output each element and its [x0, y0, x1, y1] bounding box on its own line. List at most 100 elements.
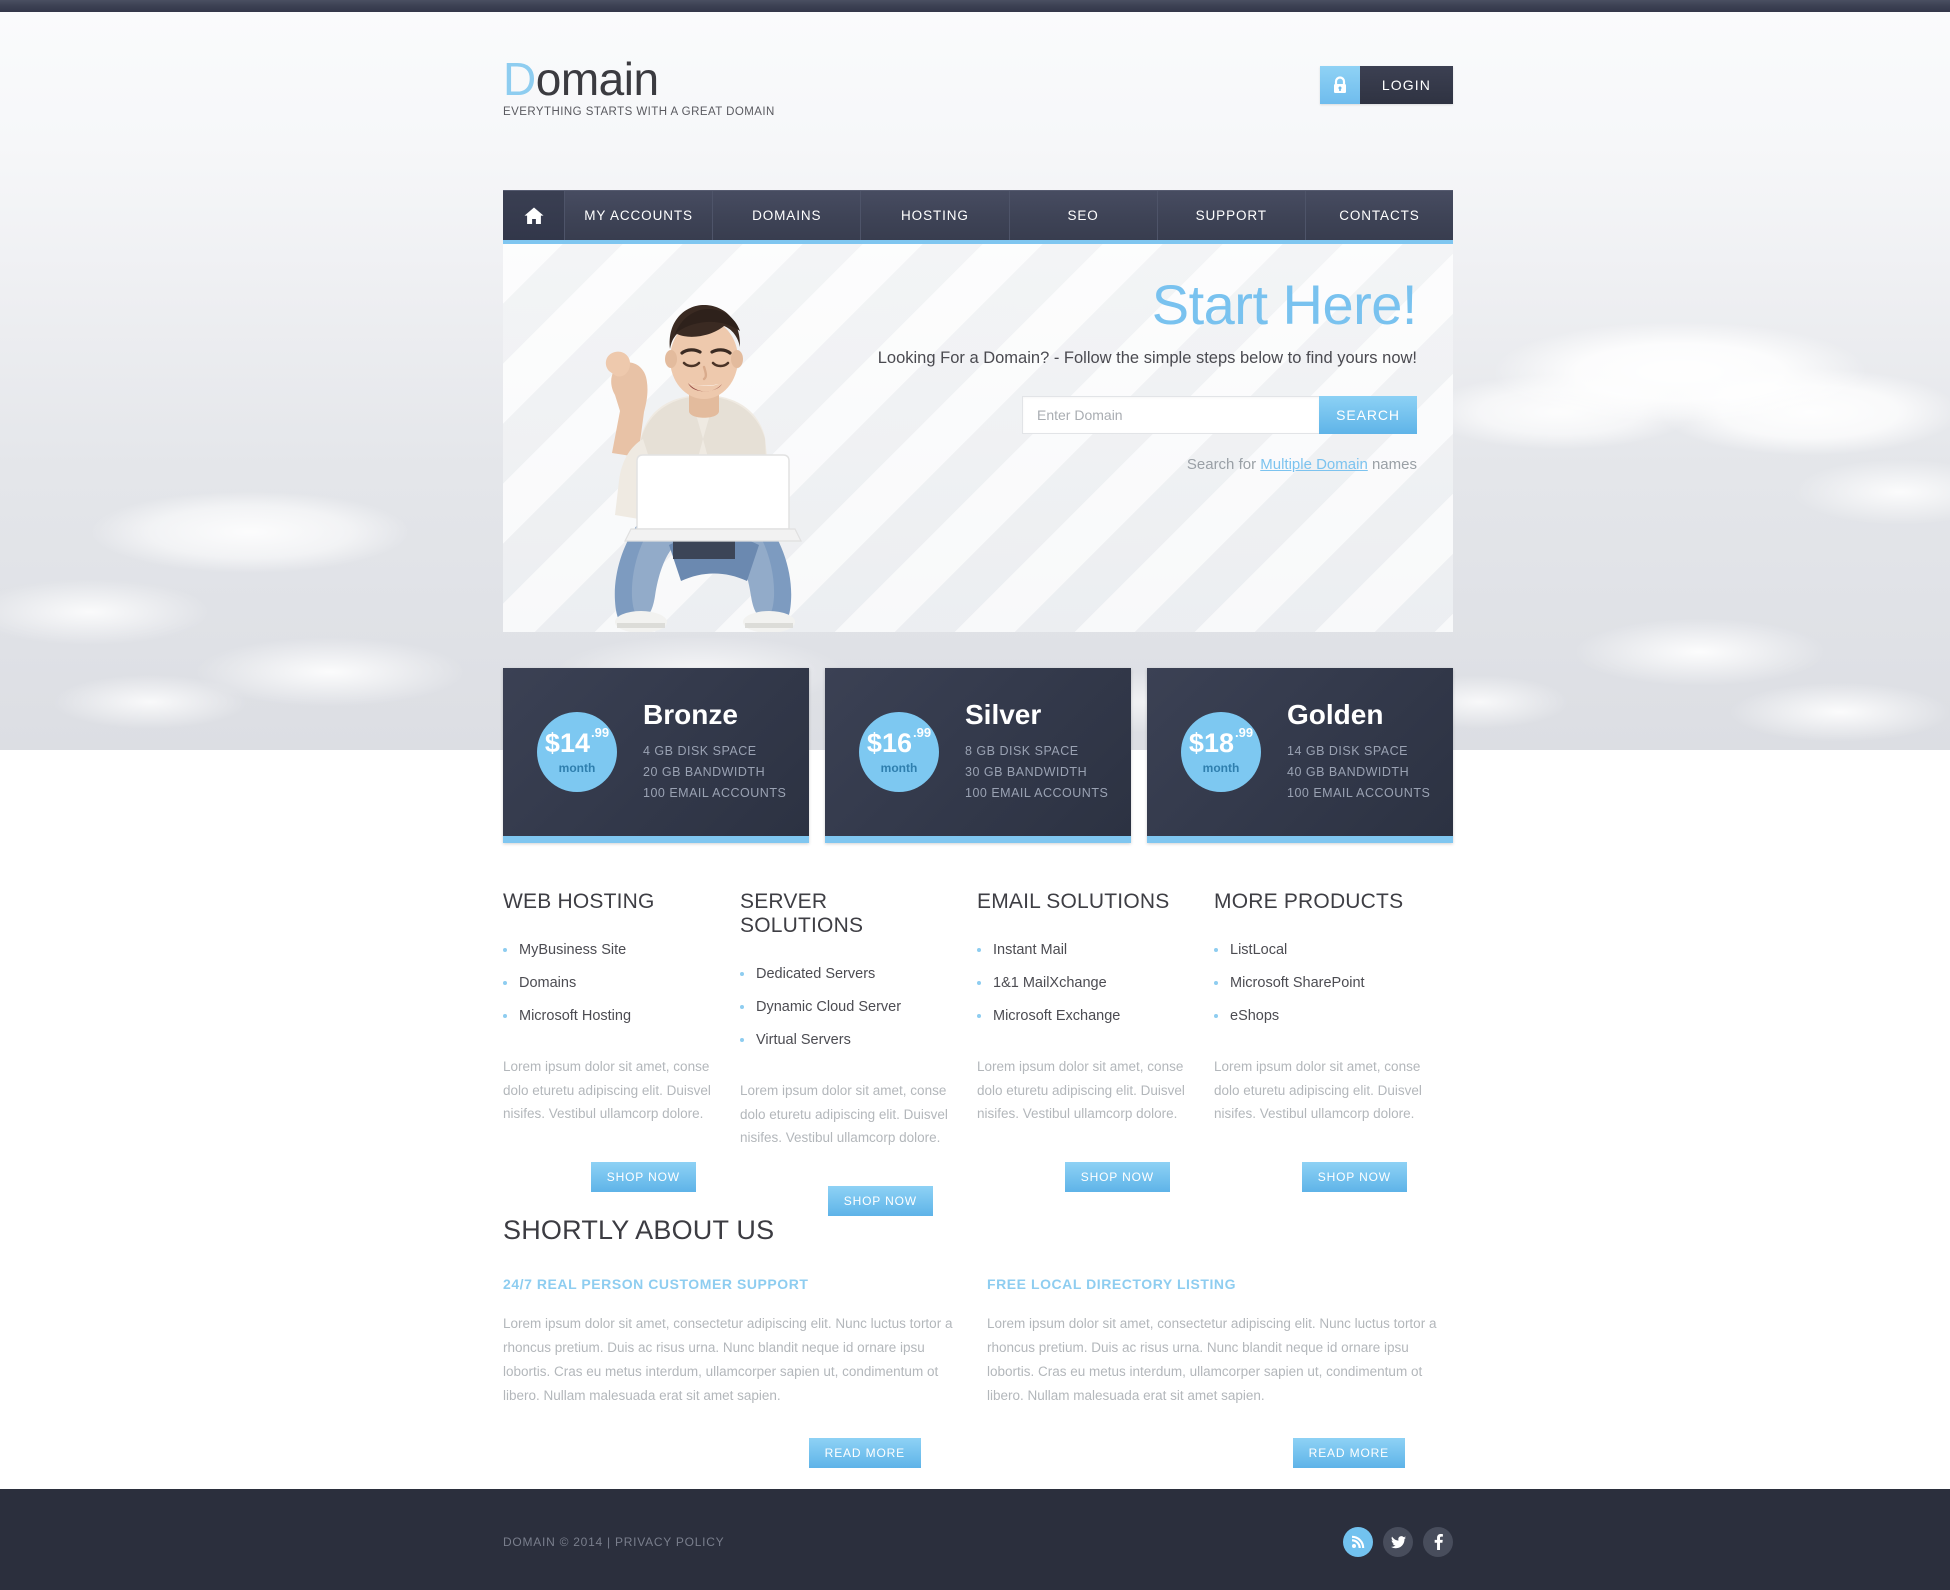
read-more-button[interactable]: READ MORE — [808, 1438, 921, 1469]
hero-subtitle: Looking For a Domain? - Follow the simpl… — [877, 348, 1417, 367]
plan-price: $16.99 — [866, 726, 931, 758]
plan-info: Silver 8 GB DISK SPACE 30 GB BANDWIDTH 1… — [965, 698, 1108, 804]
plan-price-cents: .99 — [1234, 724, 1254, 740]
multiple-domain-link[interactable]: Multiple Domain — [1260, 456, 1368, 473]
product-column-title: MORE PRODUCTS — [1214, 890, 1404, 913]
search-button[interactable]: SEARCH — [1319, 395, 1417, 434]
note-suffix: names — [1367, 455, 1417, 473]
plan-info: Bronze 4 GB DISK SPACE 20 GB BANDWIDTH 1… — [643, 698, 787, 804]
plan-card-silver[interactable]: $16.99 month Silver 8 GB DISK SPACE 30 G… — [825, 668, 1131, 843]
list-item[interactable]: Microsoft Hosting — [503, 1000, 712, 1033]
plan-feature: 8 GB DISK SPACE — [965, 743, 1079, 758]
login-button[interactable]: LOGIN — [1359, 66, 1453, 104]
plan-name: Silver — [965, 698, 1042, 730]
product-columns: WEB HOSTING MyBusiness Site Domains Micr… — [503, 890, 1453, 1217]
plan-period: month — [558, 760, 596, 775]
hero-content: Start Here! Looking For a Domain? - Foll… — [857, 273, 1418, 473]
read-more-button[interactable]: READ MORE — [1292, 1438, 1405, 1469]
plan-card-golden[interactable]: $18.99 month Golden 14 GB DISK SPACE 40 … — [1147, 668, 1453, 843]
product-list: MyBusiness Site Domains Microsoft Hostin… — [503, 934, 712, 1033]
list-item[interactable]: Instant Mail — [977, 934, 1186, 967]
home-icon — [523, 206, 545, 226]
list-item[interactable]: Dynamic Cloud Server — [740, 991, 949, 1024]
plan-feature: 4 GB DISK SPACE — [643, 743, 757, 758]
main-navigation: MY ACCOUNTS DOMAINS HOSTING SEO SUPPORT … — [503, 190, 1453, 240]
list-item[interactable]: ListLocal — [1214, 934, 1423, 967]
plan-price-dollars: $14 — [544, 727, 590, 758]
logo-tagline: EVERYTHING STARTS WITH A GREAT DOMAIN — [503, 106, 775, 119]
product-column-title: SERVER SOLUTIONS — [740, 890, 864, 937]
about-section: SHORTLY ABOUT US 24/7 REAL PERSON CUSTOM… — [503, 1215, 1453, 1469]
nav-item-hosting[interactable]: HOSTING — [861, 191, 1010, 240]
nav-item-home[interactable] — [503, 191, 565, 240]
plan-feature: 100 EMAIL ACCOUNTS — [643, 785, 787, 800]
list-item[interactable]: MyBusiness Site — [503, 934, 712, 967]
plan-feature: 40 GB BANDWIDTH — [1287, 764, 1410, 779]
shop-now-row: SHOP NOW — [740, 1186, 949, 1217]
social-links — [1343, 1527, 1453, 1557]
twitter-icon[interactable] — [1383, 1527, 1413, 1557]
shop-now-button[interactable]: SHOP NOW — [590, 1162, 696, 1193]
plan-card-bronze[interactable]: $14.99 month Bronze 4 GB DISK SPACE 20 G… — [503, 668, 809, 843]
product-list: Dedicated Servers Dynamic Cloud Server V… — [740, 958, 949, 1057]
logo-accent-letter: D — [503, 53, 536, 105]
facebook-icon[interactable] — [1423, 1527, 1453, 1557]
about-text: Lorem ipsum dolor sit amet, consectetur … — [503, 1316, 953, 1404]
logo[interactable]: Domain EVERYTHING STARTS WITH A GREAT DO… — [503, 55, 775, 118]
page-root: Domain EVERYTHING STARTS WITH A GREAT DO… — [0, 0, 1950, 1590]
about-subtitle: 24/7 REAL PERSON CUSTOMER SUPPORT — [503, 1276, 809, 1292]
nav-item-domains[interactable]: DOMAINS — [713, 191, 862, 240]
nav-item-contacts[interactable]: CONTACTS — [1306, 191, 1453, 240]
hero-title: Start Here! — [1151, 273, 1418, 336]
nav-item-seo[interactable]: SEO — [1010, 191, 1158, 240]
product-column-server-solutions: SERVER SOLUTIONS Dedicated Servers Dynam… — [740, 890, 977, 1217]
read-more-row: READ MORE — [503, 1438, 969, 1469]
plan-info: Golden 14 GB DISK SPACE 40 GB BANDWIDTH … — [1287, 700, 1430, 804]
lock-icon — [1319, 66, 1360, 104]
hero-banner: Start Here! Looking For a Domain? - Foll… — [503, 240, 1453, 632]
rss-icon[interactable] — [1343, 1527, 1373, 1557]
domain-search-form: SEARCH — [857, 395, 1417, 434]
pricing-plans: $14.99 month Bronze 4 GB DISK SPACE 20 G… — [503, 668, 1453, 843]
read-more-row: READ MORE — [987, 1438, 1453, 1469]
about-subtitle: FREE LOCAL DIRECTORY LISTING — [987, 1276, 1237, 1292]
product-column-title: WEB HOSTING — [503, 890, 655, 913]
shop-now-row: SHOP NOW — [977, 1162, 1186, 1193]
plan-price-dollars: $16 — [866, 727, 912, 758]
footer-inner: DOMAIN © 2014 | PRIVACY POLICY — [503, 1527, 1453, 1557]
plan-period: month — [1202, 760, 1240, 775]
list-item[interactable]: eShops — [1214, 1000, 1423, 1033]
plan-price-dollars: $18 — [1188, 727, 1234, 758]
plan-feature: 20 GB BANDWIDTH — [643, 764, 766, 779]
plan-name: Bronze — [643, 698, 738, 730]
product-column-web-hosting: WEB HOSTING MyBusiness Site Domains Micr… — [503, 890, 740, 1216]
plan-feature: 30 GB BANDWIDTH — [965, 764, 1088, 779]
shop-now-row: SHOP NOW — [1214, 1162, 1423, 1193]
about-title: SHORTLY ABOUT US — [503, 1215, 775, 1245]
list-item[interactable]: Virtual Servers — [740, 1024, 949, 1057]
about-text: Lorem ipsum dolor sit amet, consectetur … — [987, 1316, 1437, 1404]
product-description: Lorem ipsum dolor sit amet, conse dolo e… — [503, 1059, 711, 1122]
shop-now-row: SHOP NOW — [503, 1162, 712, 1193]
list-item[interactable]: Microsoft Exchange — [977, 1000, 1186, 1033]
shop-now-button[interactable]: SHOP NOW — [827, 1186, 933, 1217]
nav-item-support[interactable]: SUPPORT — [1158, 191, 1306, 240]
plan-price: $18.99 — [1188, 726, 1253, 758]
nav-item-my-accounts[interactable]: MY ACCOUNTS — [565, 191, 714, 240]
product-column-email-solutions: EMAIL SOLUTIONS Instant Mail 1&1 MailXch… — [977, 890, 1214, 1216]
list-item[interactable]: Dedicated Servers — [740, 958, 949, 991]
shop-now-button[interactable]: SHOP NOW — [1064, 1162, 1170, 1193]
login-control[interactable]: LOGIN — [1319, 66, 1453, 104]
product-list: Instant Mail 1&1 MailXchange Microsoft E… — [977, 934, 1186, 1033]
plan-price-badge: $14.99 month — [537, 712, 617, 792]
plan-price-badge: $16.99 month — [859, 712, 939, 792]
list-item[interactable]: 1&1 MailXchange — [977, 967, 1186, 1000]
site-header: Domain EVERYTHING STARTS WITH A GREAT DO… — [503, 55, 1453, 135]
shop-now-button[interactable]: SHOP NOW — [1301, 1162, 1407, 1193]
site-footer: DOMAIN © 2014 | PRIVACY POLICY — [0, 1489, 1950, 1590]
domain-search-input[interactable] — [1022, 395, 1319, 434]
footer-copyright[interactable]: DOMAIN © 2014 | PRIVACY POLICY — [503, 1535, 724, 1549]
list-item[interactable]: Microsoft SharePoint — [1214, 967, 1423, 1000]
list-item[interactable]: Domains — [503, 967, 712, 1000]
product-description: Lorem ipsum dolor sit amet, conse dolo e… — [1214, 1059, 1422, 1122]
